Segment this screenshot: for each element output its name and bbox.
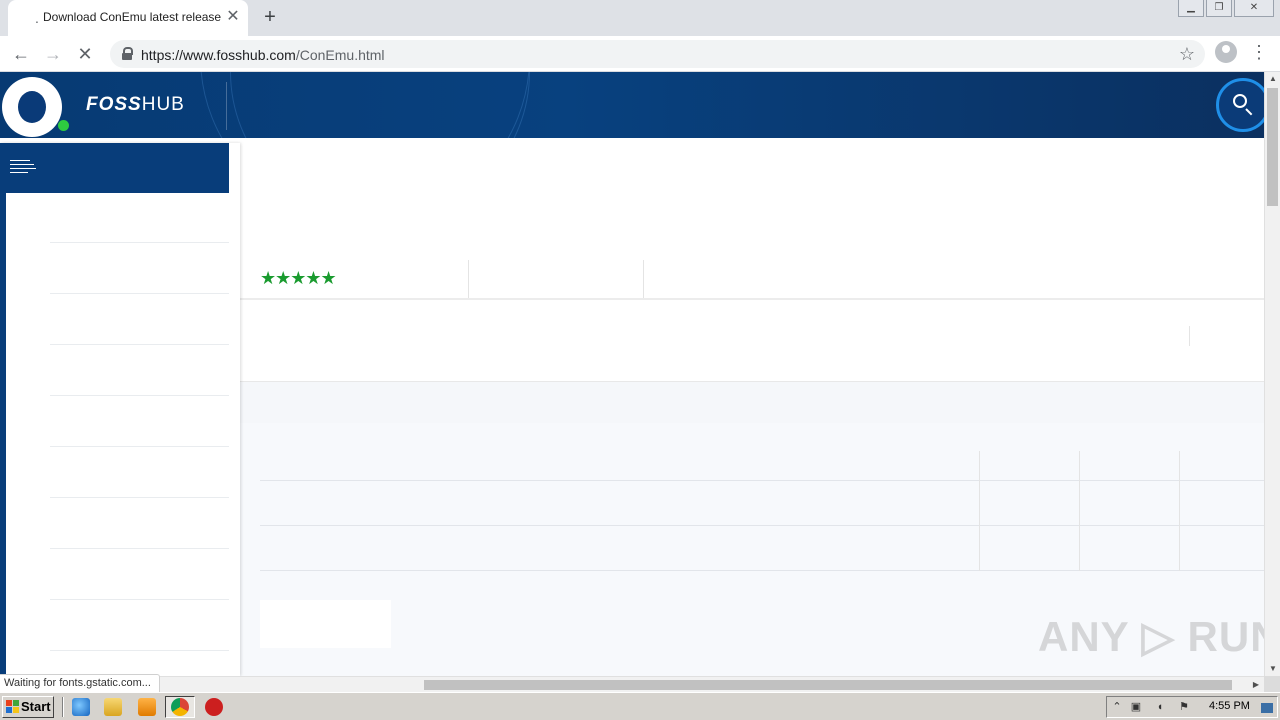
start-label: Start: [21, 699, 51, 714]
taskbar-separator: [62, 697, 64, 717]
scroll-up-arrow-icon[interactable]: ▲: [1265, 72, 1280, 86]
windows-taskbar: Start ⌃ ▣ ◖ ⚑ 4:55 PM: [0, 692, 1280, 720]
tab-strip: . Download ConEmu latest release ✕ + ▁ ❐…: [0, 0, 1280, 36]
address-bar[interactable]: https://www.fosshub.com/ConEmu.html ☆: [110, 40, 1205, 68]
side-menu-item[interactable]: [50, 447, 229, 498]
browser-tab[interactable]: . Download ConEmu latest release ✕: [8, 0, 248, 36]
scroll-right-arrow-icon[interactable]: ▶: [1248, 677, 1264, 693]
column-divider: [1079, 451, 1080, 571]
status-bubble: Waiting for fonts.gstatic.com...: [0, 674, 160, 692]
header-divider: [226, 82, 227, 130]
side-menu-item[interactable]: [50, 345, 229, 396]
placeholder-box: [260, 600, 391, 648]
taskbar-clock[interactable]: 4:55 PM: [1209, 700, 1250, 712]
logo-status-dot: [58, 120, 69, 131]
side-menu-edge: [0, 143, 6, 676]
bookmark-star-icon[interactable]: ☆: [1179, 43, 1195, 65]
stop-loading-icon[interactable]: ✕: [72, 41, 98, 67]
folder-icon[interactable]: [104, 698, 122, 716]
tray-expand-icon[interactable]: ⌃: [1110, 700, 1124, 714]
search-button[interactable]: [1216, 78, 1264, 132]
column-divider: [643, 260, 644, 298]
side-menu: [0, 143, 240, 676]
column-divider: [1189, 326, 1190, 346]
restore-button[interactable]: ❐: [1206, 0, 1232, 17]
minimize-button[interactable]: ▁: [1178, 0, 1204, 17]
loading-spinner-icon: .: [35, 10, 39, 26]
show-desktop-icon[interactable]: [1261, 703, 1273, 713]
side-menu-item[interactable]: [50, 549, 229, 600]
chrome-icon: [171, 698, 189, 716]
forward-arrow-icon[interactable]: →: [40, 41, 66, 67]
side-menu-item[interactable]: [50, 193, 229, 243]
media-player-icon[interactable]: [138, 698, 156, 716]
network-icon[interactable]: ▣: [1129, 700, 1143, 714]
column-divider: [468, 260, 469, 298]
browser-toolbar: ← → ✕ https://www.fosshub.com/ConEmu.htm…: [0, 36, 1280, 72]
section-band: [240, 381, 1264, 423]
horizontal-scroll-thumb[interactable]: [424, 680, 1232, 690]
lock-icon: [122, 47, 133, 61]
rating-row: ★★★★★: [240, 258, 1264, 300]
side-menu-header: [0, 143, 229, 193]
back-arrow-icon[interactable]: ←: [8, 41, 34, 67]
side-menu-item[interactable]: [50, 396, 229, 447]
anyrun-watermark: ANY ▷ RUN: [1038, 613, 1264, 660]
search-icon: [1233, 94, 1247, 108]
window-close-button[interactable]: ✕: [1234, 0, 1274, 17]
table-row[interactable]: [260, 481, 1264, 526]
window-controls: ▁ ❐ ✕: [1176, 0, 1274, 18]
chrome-taskbar-button[interactable]: [165, 696, 195, 718]
side-menu-item[interactable]: [50, 294, 229, 345]
tab-close-button[interactable]: ✕: [224, 8, 242, 26]
column-divider: [1179, 451, 1180, 571]
side-menu-item[interactable]: [50, 498, 229, 549]
scrollbar-corner: [1264, 676, 1280, 692]
table-row[interactable]: [260, 450, 1264, 481]
opera-icon[interactable]: [205, 698, 223, 716]
side-menu-item[interactable]: [50, 243, 229, 294]
start-button[interactable]: Start: [2, 696, 54, 718]
vertical-scrollbar[interactable]: ▲ ▼: [1264, 72, 1280, 676]
fosshub-logo-icon[interactable]: [2, 77, 62, 137]
menu-kebab-icon[interactable]: ⋮: [1250, 41, 1268, 63]
page-viewport: FOSSHUB ★★★★★ ANY ▷ RUN: [0, 72, 1264, 676]
system-tray: ⌃ ▣ ◖ ⚑ 4:55 PM: [1106, 696, 1278, 718]
header-decoration: [230, 72, 530, 138]
vertical-scroll-thumb[interactable]: [1267, 88, 1278, 206]
fosshub-logo-text[interactable]: FOSSHUB: [86, 94, 185, 116]
volume-icon[interactable]: ◖: [1153, 700, 1167, 714]
rating-stars: ★★★★★: [260, 268, 337, 288]
column-divider: [979, 451, 980, 571]
horizontal-scrollbar[interactable]: ▶: [0, 676, 1264, 692]
hamburger-menu-icon[interactable]: [10, 160, 36, 176]
action-center-flag-icon[interactable]: ⚑: [1177, 700, 1191, 714]
internet-explorer-icon[interactable]: [72, 698, 90, 716]
table-row[interactable]: [260, 526, 1264, 571]
scroll-down-arrow-icon[interactable]: ▼: [1265, 662, 1280, 676]
profile-avatar-icon[interactable]: [1215, 41, 1237, 63]
url-text: https://www.fosshub.com/ConEmu.html: [141, 47, 385, 63]
side-menu-item[interactable]: [50, 600, 229, 651]
new-tab-button[interactable]: +: [258, 5, 282, 29]
tab-title: Download ConEmu latest release: [43, 10, 222, 24]
windows-logo-icon: [6, 700, 19, 713]
site-header: FOSSHUB: [0, 72, 1264, 138]
